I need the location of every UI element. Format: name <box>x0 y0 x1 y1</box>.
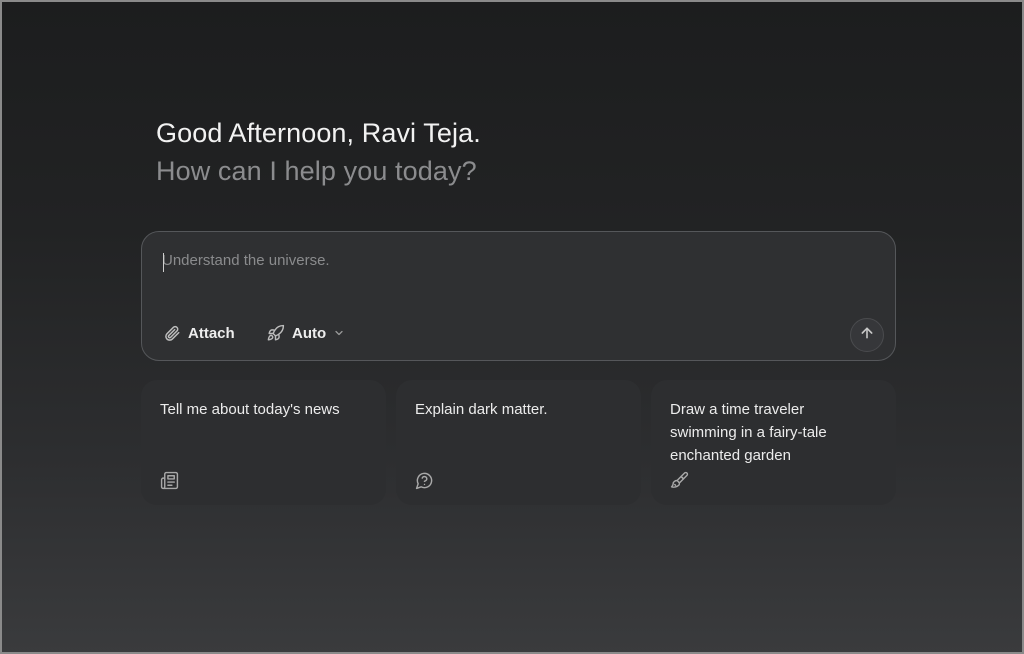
chevron-down-icon <box>333 327 345 339</box>
greeting-title: Good Afternoon, Ravi Teja. <box>156 118 481 148</box>
paperclip-icon <box>163 324 181 342</box>
prompt-input[interactable] <box>162 252 862 312</box>
rocket-icon <box>266 324 285 343</box>
question-bubble-icon <box>415 471 434 495</box>
send-button[interactable] <box>850 318 884 352</box>
mode-selector[interactable]: Auto <box>266 320 345 346</box>
newspaper-icon <box>160 471 179 495</box>
suggestion-card-dark-matter[interactable]: Explain dark matter. <box>396 380 641 505</box>
attach-label: Attach <box>188 324 235 342</box>
paintbrush-icon <box>670 471 689 495</box>
suggestion-card-draw[interactable]: Draw a time traveler swimming in a fairy… <box>651 380 896 505</box>
suggestion-card-news[interactable]: Tell me about today's news <box>141 380 386 505</box>
suggestion-text: Explain dark matter. <box>415 401 548 418</box>
prompt-composer: Attach Auto <box>141 231 896 361</box>
text-caret <box>163 253 164 272</box>
mode-label: Auto <box>292 324 327 342</box>
suggestion-text: Draw a time traveler swimming in a fairy… <box>670 401 827 464</box>
arrow-up-icon <box>859 325 875 346</box>
suggestion-text: Tell me about today's news <box>160 401 340 418</box>
attach-button[interactable]: Attach <box>163 320 235 346</box>
greeting-subtitle: How can I help you today? <box>156 156 477 186</box>
